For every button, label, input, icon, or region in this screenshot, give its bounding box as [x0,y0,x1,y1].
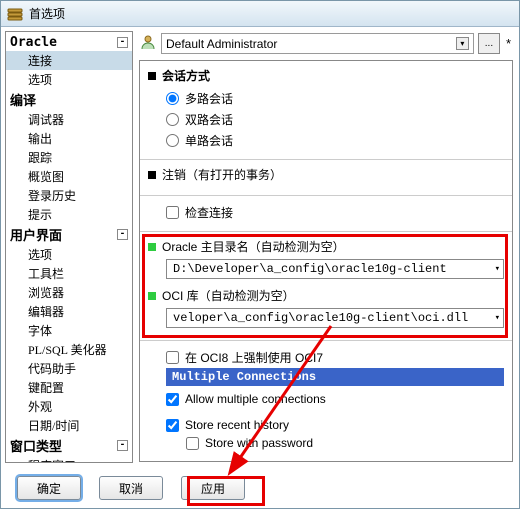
modified-indicator: * [504,36,513,51]
tree-item[interactable]: 登录历史 [6,186,132,205]
tree-item[interactable]: 键配置 [6,378,132,397]
tree-item[interactable]: 调试器 [6,110,132,129]
tree-item[interactable]: 工具栏 [6,264,132,283]
tree-item[interactable]: 概览图 [6,167,132,186]
tree-item[interactable]: 选项 [6,245,132,264]
checkbox-input[interactable] [186,437,199,450]
tree-item[interactable]: 浏览器 [6,283,132,302]
tree-item[interactable]: 提示 [6,205,132,224]
admin-dropdown-label: Default Administrator [166,37,277,51]
tree-cat-compile[interactable]: 编译 [6,89,132,110]
radio-input[interactable] [166,134,179,147]
section-header: 注销（有打开的事务） [162,166,282,183]
radio-input[interactable] [166,113,179,126]
allow-multi-conn[interactable]: Allow multiple connections [148,390,504,408]
tree-item[interactable]: 代码助手 [6,359,132,378]
more-button[interactable]: ... [478,33,500,54]
tree-item[interactable]: 跟踪 [6,148,132,167]
radio-multi-session[interactable]: 多路会话 [148,88,504,109]
tree-cat-label: Oracle [10,35,57,50]
tree-item[interactable]: 输出 [6,129,132,148]
section-marker [148,171,156,179]
section-marker [148,72,156,80]
tree-item[interactable]: 选项 [6,70,132,89]
radio-label: 多路会话 [185,90,233,107]
checkbox-label: Store recent history [185,418,289,432]
checkbox-input[interactable] [166,206,179,219]
category-tree[interactable]: Oracle - 连接 选项 编译 调试器 输出 跟踪 概览图 登录历史 提示 … [5,31,133,463]
settings-panel: 会话方式 多路会话 双路会话 单路会话 注销（有打开的事务） 检查连接 Orac… [139,60,513,462]
tree-cat-wintype[interactable]: 窗口类型 - [6,435,132,456]
ok-button[interactable]: 确定 [17,476,81,500]
chevron-down-icon: ▾ [495,313,500,323]
oracle-home-value: D:\Developer\a_config\oracle10g-client [173,262,447,276]
radio-dual-session[interactable]: 双路会话 [148,109,504,130]
checkbox-label: 检查连接 [185,204,233,221]
checkbox-input[interactable] [166,419,179,432]
chevron-down-icon: ▾ [495,264,500,274]
section-marker-green [148,243,156,251]
oci-lib-value: veloper\a_config\oracle10g-client\oci.dl… [173,311,468,325]
tree-cat-label: 窗口类型 [10,436,62,455]
checkbox-input[interactable] [166,351,179,364]
tree-cat-label: 用户界面 [10,225,62,244]
store-pwd[interactable]: Store with password [148,434,504,452]
oracle-home-label: Oracle 主目录名（自动检测为空） [162,238,345,255]
tree-item[interactable]: 编辑器 [6,302,132,321]
section-header: 会话方式 [162,67,210,84]
tree-item[interactable]: 外观 [6,397,132,416]
tree-cat-label: 编译 [10,90,36,109]
radio-input[interactable] [166,92,179,105]
checkbox-input[interactable] [166,393,179,406]
collapse-icon[interactable]: - [117,229,128,240]
admin-dropdown[interactable]: Default Administrator ▾ [161,33,474,54]
radio-label: 双路会话 [185,111,233,128]
checkbox-label: 在 OCI8 上强制使用 OCI7 [185,349,323,366]
radio-label: 单路会话 [185,132,233,149]
collapse-icon[interactable]: - [117,37,128,48]
tree-cat-ui[interactable]: 用户界面 - [6,224,132,245]
force-oci7[interactable]: 在 OCI8 上强制使用 OCI7 [148,347,504,368]
section-marker-green [148,292,156,300]
tree-item[interactable]: PL/SQL 美化器 [6,340,132,359]
tree-item[interactable]: 程序窗口 [6,456,132,463]
check-connection[interactable]: 检查连接 [148,202,504,223]
chevron-down-icon: ▾ [456,37,469,50]
cancel-button[interactable]: 取消 [99,476,163,500]
oci-lib-label: OCI 库（自动检测为空） [162,287,295,304]
tree-item[interactable]: 日期/时间 [6,416,132,435]
tree-cat-oracle[interactable]: Oracle - [6,34,132,51]
oci-lib-dropdown[interactable]: veloper\a_config\oracle10g-client\oci.dl… [166,308,504,328]
window-title: 首选项 [29,5,65,22]
titlebar: 首选项 [1,1,519,27]
tree-item[interactable]: 字体 [6,321,132,340]
multi-header: Multiple Connections [166,368,504,386]
app-icon [7,6,23,22]
admin-icon [139,33,157,54]
oracle-home-dropdown[interactable]: D:\Developer\a_config\oracle10g-client ▾ [166,259,504,279]
apply-button[interactable]: 应用 [181,476,245,500]
collapse-icon[interactable]: - [117,440,128,451]
radio-single-session[interactable]: 单路会话 [148,130,504,151]
store-recent[interactable]: Store recent history [148,416,504,434]
button-bar: 确定 取消 应用 [1,472,519,504]
tree-item[interactable]: 连接 [6,51,132,70]
checkbox-label: Store with password [205,436,313,450]
checkbox-label: Allow multiple connections [185,392,326,406]
